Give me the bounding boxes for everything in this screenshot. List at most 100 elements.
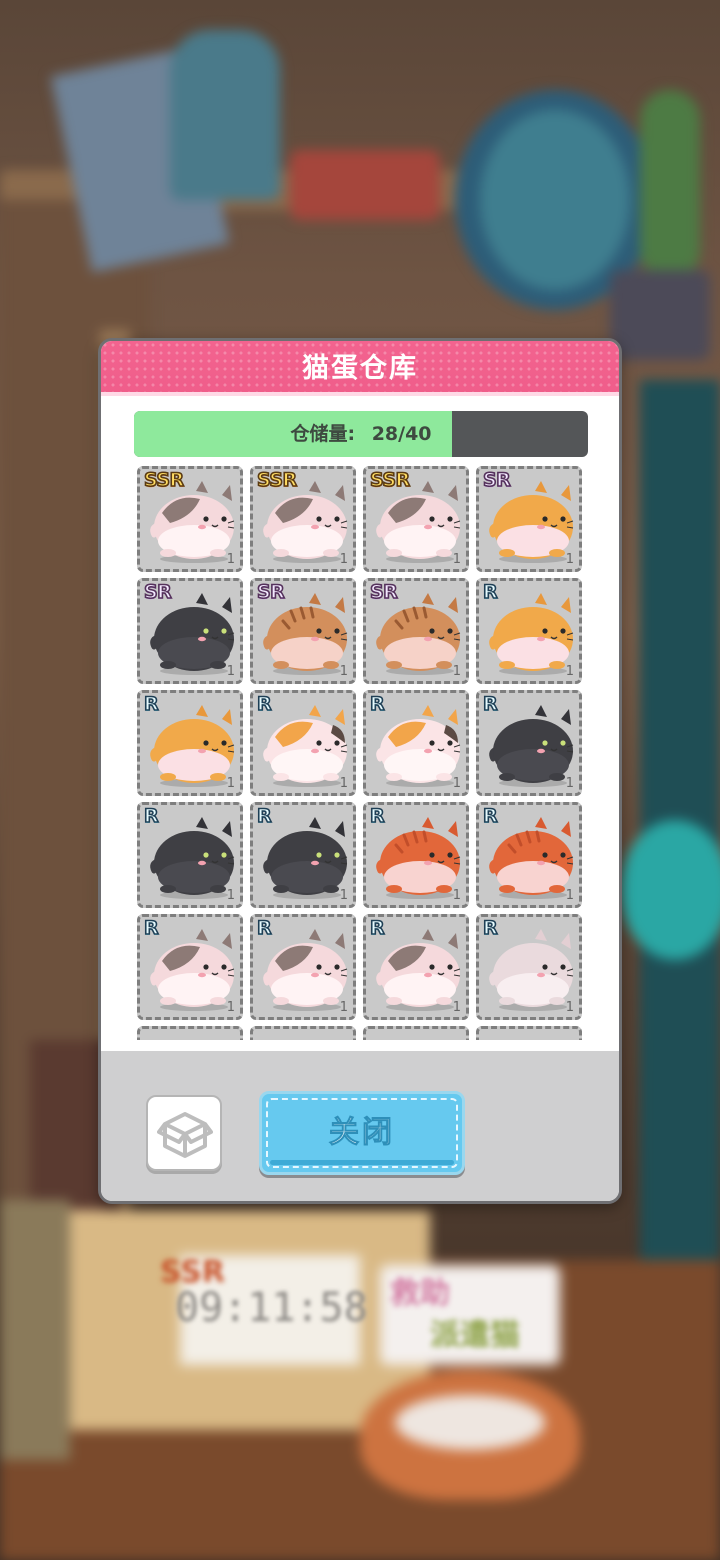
rarity-badge: SR [482, 468, 511, 492]
cat-count: 1 [339, 1000, 348, 1015]
plant [640, 90, 700, 280]
rarity-badge: R [369, 916, 385, 940]
cat-egg-icon [489, 929, 574, 1011]
cat-egg-icon [489, 481, 574, 563]
rescue-sign-line2: 派遣猫 [430, 1318, 520, 1353]
close-button[interactable]: 关闭 [259, 1091, 465, 1175]
cat-egg-icon [150, 593, 235, 675]
cat-egg-icon [489, 817, 574, 899]
cat-count: 1 [226, 552, 235, 567]
cat-slot[interactable]: SR 1 [250, 578, 356, 684]
cat-slot[interactable] [137, 1026, 243, 1040]
rarity-badge: R [369, 692, 385, 716]
cat-count: 1 [226, 776, 235, 791]
cat-egg-icon [376, 481, 461, 563]
storage-value: 28/40 [371, 423, 432, 445]
cat-count: 1 [452, 1000, 461, 1015]
cat-slot[interactable]: R1 [250, 802, 356, 908]
cat-slot[interactable]: R1 [250, 914, 356, 1020]
dialog-title: 猫蛋仓库 [101, 341, 619, 396]
cat-count: 1 [339, 552, 348, 567]
teal-disc [620, 820, 720, 960]
cat-count: 1 [226, 1000, 235, 1015]
cat-count: 1 [339, 664, 348, 679]
cat-count: 1 [452, 664, 461, 679]
red-box [290, 150, 440, 220]
cat-grid-scroll[interactable]: SSR 1 SSR 1 SSR 1 SR 1 SR 1 SR 1 SR 1 R 1 R 1 R 1 R 1 R 1 R 1 R 1 R 1… [137, 466, 589, 1040]
cat-slot[interactable] [476, 1026, 582, 1040]
cat-slot[interactable]: SR 1 [363, 578, 469, 684]
cat-egg-icon [150, 817, 235, 899]
cat-egg-icon [376, 705, 461, 787]
cat-slot[interactable]: R1 [363, 690, 469, 796]
cat-slot[interactable]: SR 1 [137, 578, 243, 684]
rarity-badge: SSR [369, 468, 411, 492]
cat-slot[interactable]: R1 [250, 690, 356, 796]
cat-count: 1 [565, 664, 574, 679]
cat-egg-icon [150, 705, 235, 787]
cat-slot[interactable]: R1 [476, 802, 582, 908]
rarity-badge: SR [256, 580, 285, 604]
rarity-badge: R [256, 804, 272, 828]
cat-egg-icon [150, 929, 235, 1011]
rarity-badge: R [482, 692, 498, 716]
storage-bar: 仓储量: 28/40 [134, 411, 588, 457]
cat-count: 1 [565, 552, 574, 567]
cat-slot[interactable]: R1 [476, 578, 582, 684]
cat-count: 1 [565, 1000, 574, 1015]
cat-egg-icon [263, 705, 348, 787]
cat-slot[interactable]: R1 [137, 802, 243, 908]
cat-slot[interactable]: R1 [363, 914, 469, 1020]
rarity-badge: R [482, 916, 498, 940]
cat-count: 1 [226, 664, 235, 679]
close-button-label: 关闭 [329, 1115, 395, 1151]
cat-egg-icon [376, 817, 461, 899]
rescue-sign-line1: 救助 [390, 1276, 450, 1311]
rarity-badge: SR [369, 580, 398, 604]
cat-slot[interactable]: R1 [476, 914, 582, 1020]
food-bowl-inner [395, 1395, 545, 1450]
cat-count: 1 [339, 776, 348, 791]
cat-egg-icon [263, 481, 348, 563]
rarity-badge: R [369, 804, 385, 828]
cat-slot[interactable]: SSR 1 [363, 466, 469, 572]
cat-count: 1 [565, 776, 574, 791]
cat-egg-icon [150, 481, 235, 563]
cat-slot[interactable]: R1 [363, 802, 469, 908]
cat-grid: SSR 1 SSR 1 SSR 1 SR 1 SR 1 SR 1 SR 1 R 1 R 1 R 1 R 1 R 1 R 1 R 1 R 1… [137, 466, 589, 1040]
rarity-badge: R [482, 580, 498, 604]
cat-egg-icon [263, 593, 348, 675]
cat-slot[interactable]: SSR 1 [137, 466, 243, 572]
cat-slot[interactable]: R1 [137, 914, 243, 1020]
globe-inner [480, 110, 630, 290]
cat-slot[interactable]: R1 [137, 690, 243, 796]
cat-slot[interactable] [363, 1026, 469, 1040]
storage-text: 仓储量: 28/40 [134, 411, 588, 457]
open-box-button[interactable] [146, 1095, 222, 1171]
cat-slot[interactable]: SSR 1 [250, 466, 356, 572]
cat-egg-icon [489, 705, 574, 787]
cat-egg-icon [489, 593, 574, 675]
cat-egg-icon [263, 817, 348, 899]
rarity-badge: R [482, 804, 498, 828]
rarity-badge: SR [143, 580, 172, 604]
cat-count: 1 [452, 888, 461, 903]
rarity-badge: R [143, 692, 159, 716]
dialog-footer: 关闭 [101, 1051, 619, 1201]
wall-panel [0, 1200, 70, 1460]
cat-count: 1 [565, 888, 574, 903]
cat-count: 1 [452, 552, 461, 567]
cat-egg-storage-dialog: 猫蛋仓库 仓储量: 28/40 SSR 1 SSR 1 SSR 1 SR 1 SR 1 SR 1 SR 1… [98, 338, 622, 1204]
rarity-badge: SSR [143, 468, 185, 492]
cat-slot[interactable]: R1 [476, 690, 582, 796]
box-icon [157, 1112, 213, 1158]
cat-egg-icon [376, 929, 461, 1011]
rarity-badge: SSR [256, 468, 298, 492]
rarity-badge: R [143, 916, 159, 940]
cat-count: 1 [226, 888, 235, 903]
storage-label: 仓储量: [290, 423, 356, 445]
cat-slot[interactable]: SR 1 [476, 466, 582, 572]
cat-egg-icon [263, 929, 348, 1011]
cat-slot[interactable] [250, 1026, 356, 1040]
egg-timer: 09:11:58 [175, 1285, 368, 1331]
